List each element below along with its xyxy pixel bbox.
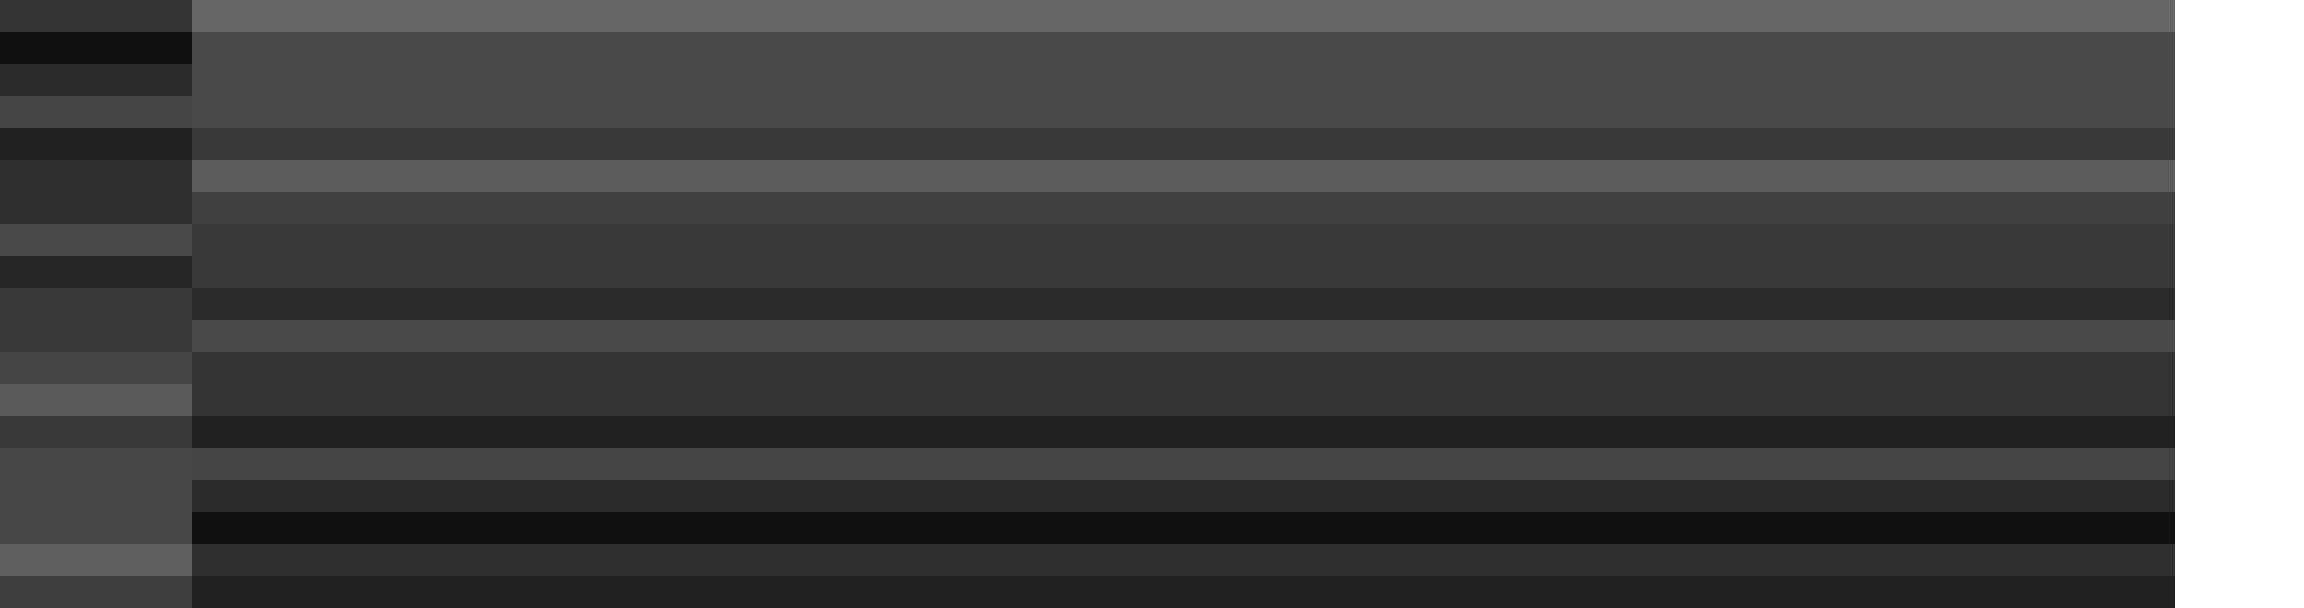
- sidebar-band-14: [0, 544, 192, 576]
- main-band-5: [192, 192, 2175, 224]
- main-band-9: [192, 352, 2175, 416]
- sidebar-band-7: [0, 224, 192, 256]
- main-band-4: [192, 160, 2175, 192]
- main-band-8: [192, 320, 2175, 352]
- sidebar-band-10: [0, 352, 192, 384]
- sidebar-band-12: [0, 416, 192, 448]
- sidebar-band-8: [0, 256, 192, 288]
- screenshot-canvas: [0, 0, 2304, 608]
- blank-right-margin: [2175, 0, 2304, 608]
- main-band-10: [192, 416, 2175, 448]
- sidebar-band-6: [0, 160, 192, 224]
- sidebar-band-1: [0, 0, 192, 32]
- main-band-6: [192, 224, 2175, 288]
- main-band-2: [192, 32, 2175, 128]
- main-band-11: [192, 448, 2175, 480]
- sidebar-band-13: [0, 448, 192, 544]
- main-band-1: [192, 0, 2175, 32]
- main-band-3: [192, 128, 2175, 160]
- left-color-strip: [0, 0, 192, 608]
- sidebar-band-2: [0, 32, 192, 64]
- main-band-7: [192, 288, 2175, 320]
- horizontal-band-panel: [192, 0, 2175, 608]
- sidebar-band-5: [0, 128, 192, 160]
- sidebar-band-15: [0, 576, 192, 608]
- main-band-13: [192, 512, 2175, 544]
- sidebar-band-3: [0, 64, 192, 96]
- sidebar-band-11: [0, 384, 192, 416]
- main-band-15: [192, 576, 2175, 608]
- sidebar-band-4: [0, 96, 192, 128]
- sidebar-band-9: [0, 288, 192, 352]
- main-band-14: [192, 544, 2175, 576]
- main-band-12: [192, 480, 2175, 512]
